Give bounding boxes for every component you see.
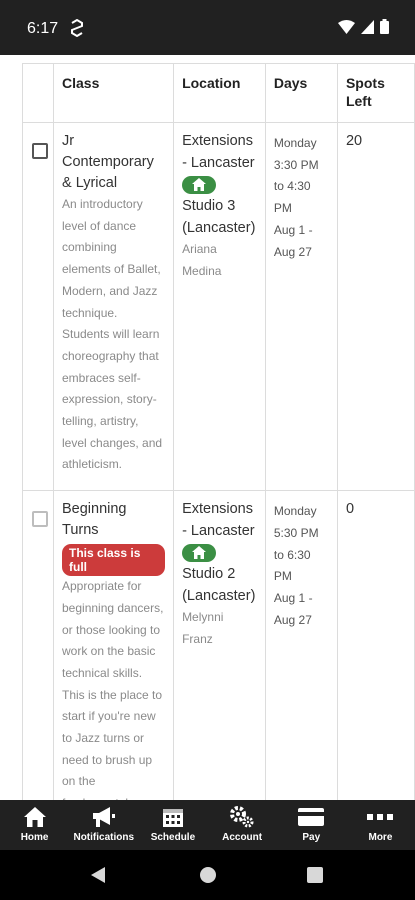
- class-name: Beginning Turns: [62, 501, 127, 539]
- class-time: 3:30 PM to 4:30 PM: [273, 157, 319, 216]
- class-dates: Aug 1 - Aug 27: [273, 590, 313, 627]
- back-icon[interactable]: [90, 866, 106, 884]
- header-location: Location: [173, 63, 266, 123]
- class-dates: Aug 1 - Aug 27: [273, 222, 313, 259]
- studio-name: Studio 3 (Lancaster): [182, 198, 256, 236]
- battery-icon: [380, 19, 389, 34]
- more-dots-icon: [367, 814, 394, 820]
- home-icon: [192, 178, 207, 191]
- home-location-badge: [182, 176, 217, 194]
- tab-home[interactable]: Home: [0, 800, 69, 850]
- class-full-badge: This class is full: [62, 544, 166, 577]
- home-icon: [23, 807, 46, 827]
- credit-card-icon: [298, 808, 325, 826]
- select-class-checkbox-disabled: [32, 511, 48, 528]
- location-name: Extensions - Lancaster: [182, 501, 255, 539]
- header-days: Days: [264, 63, 338, 123]
- recents-icon[interactable]: [307, 867, 323, 883]
- gears-icon: [230, 806, 254, 828]
- header-class: Class: [52, 63, 175, 123]
- studio-name: Studio 2 (Lancaster): [182, 566, 256, 604]
- table-row: Jr Contemporary & Lyrical An introductor…: [22, 121, 415, 492]
- class-day: Monday: [273, 136, 317, 150]
- tab-more[interactable]: More: [346, 800, 415, 850]
- class-day: Monday: [273, 504, 317, 519]
- tab-notifications[interactable]: Notifications: [69, 800, 138, 850]
- tab-account[interactable]: Account: [208, 800, 277, 850]
- teacher-name: Melynni Franz: [182, 610, 224, 647]
- classes-table: Class Location Days Spots Left Jr Contem…: [22, 63, 415, 800]
- tab-schedule[interactable]: Schedule: [138, 800, 207, 850]
- app-notification-icon: [71, 19, 83, 37]
- status-bar: 6:17: [0, 0, 415, 55]
- teacher-name: Ariana Medina: [182, 242, 222, 279]
- tab-schedule-label: Schedule: [150, 832, 196, 843]
- bottom-tab-bar: Home Notifications Schedule Account Pay …: [0, 800, 415, 850]
- wifi-icon: [338, 19, 355, 34]
- android-navigation-bar: [0, 850, 415, 900]
- header-select: [22, 63, 54, 123]
- table-row: Beginning Turns This class is full Appro…: [22, 490, 415, 800]
- home-circle-icon[interactable]: [199, 866, 217, 884]
- calendar-icon: [162, 809, 183, 827]
- tab-more-label: More: [368, 832, 393, 843]
- home-location-badge: [182, 544, 217, 563]
- select-class-checkbox[interactable]: [32, 143, 48, 159]
- tab-pay[interactable]: Pay: [277, 800, 346, 850]
- header-spots: Spots Left: [336, 63, 415, 123]
- megaphone-icon: [92, 807, 115, 827]
- class-description: An introductory level of dance combining…: [62, 197, 163, 472]
- tab-notifications-label: Notifications: [73, 832, 135, 843]
- home-icon: [192, 546, 207, 560]
- spots-left: 20: [345, 133, 363, 149]
- class-name: Jr Contemporary & Lyrical: [62, 133, 154, 191]
- tab-account-label: Account: [222, 832, 263, 843]
- status-time: 6:17: [27, 20, 59, 37]
- table-header-row: Class Location Days Spots Left: [22, 63, 415, 123]
- tab-home-label: Home: [20, 832, 49, 843]
- class-time: 5:30 PM to 6:30 PM: [273, 525, 319, 584]
- class-description: Appropriate for beginning dancers, or th…: [62, 579, 164, 800]
- tab-pay-label: Pay: [302, 832, 321, 843]
- spots-left: 0: [345, 501, 355, 518]
- cell-signal-icon: [361, 19, 374, 34]
- location-name: Extensions - Lancaster: [182, 133, 255, 171]
- class-list-view[interactable]: Class Location Days Spots Left Jr Contem…: [0, 55, 415, 800]
